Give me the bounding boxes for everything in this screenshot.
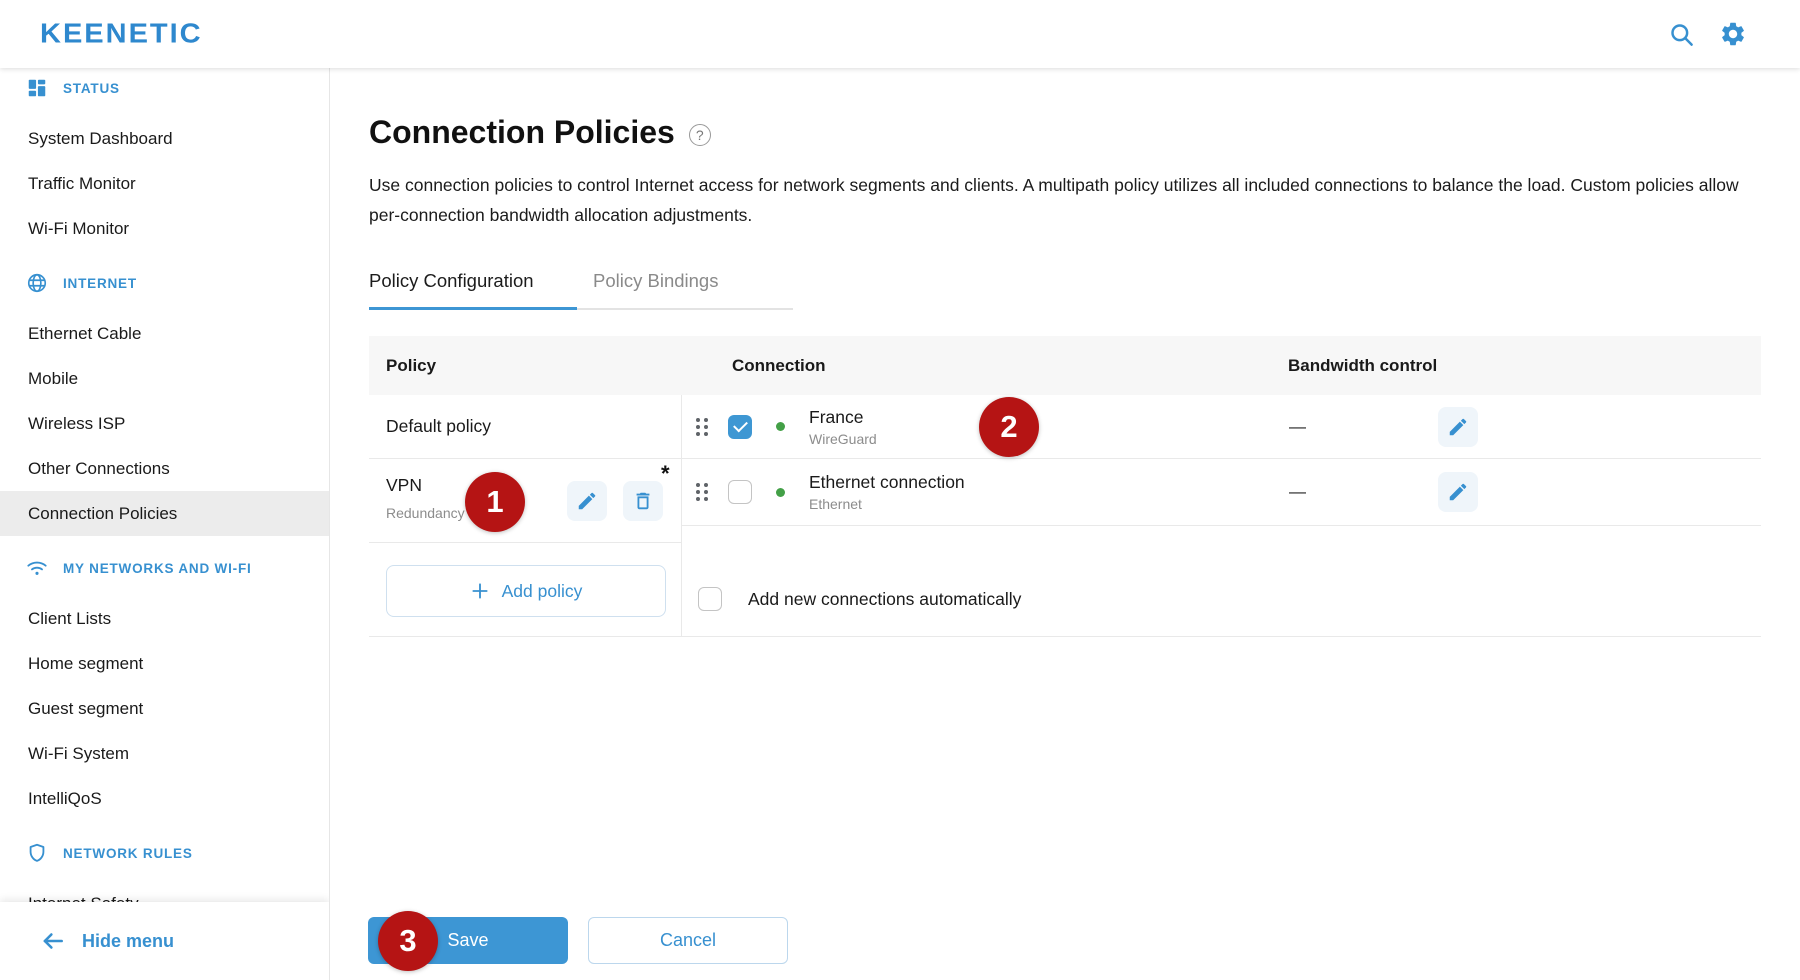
sidebar-item-client-lists[interactable]: Client Lists [0,596,329,641]
table-header-row: Policy Connection Bandwidth control [369,336,1761,395]
top-bar: KEENETIC [0,0,1800,68]
column-header-policy: Policy [386,356,436,376]
edit-policy-button[interactable] [567,481,607,521]
section-label-status: STATUS [63,81,120,96]
policy-column: Default policy VPN Redundancy mode * [369,395,682,636]
connection-column: France WireGuard — Ethernet connection E… [682,395,1761,636]
pencil-icon [1447,416,1469,438]
section-label-network-rules: NETWORK RULES [63,846,193,861]
sidebar-section-my-networks: MY NETWORKS AND WI-FI [0,548,329,588]
annotation-badge-1: 1 [465,472,525,532]
sidebar-item-connection-policies[interactable]: Connection Policies [0,491,329,536]
auto-add-label[interactable]: Add new connections automatically [748,589,1021,610]
topbar-icons [1666,19,1748,49]
keenetic-logo: KEENETIC [40,18,203,49]
section-label-my-networks: MY NETWORKS AND WI-FI [63,561,252,576]
sidebar-item-mobile[interactable]: Mobile [0,356,329,401]
sidebar: STATUS System Dashboard Traffic Monitor … [0,68,330,980]
search-icon[interactable] [1666,19,1696,49]
hide-menu-label: Hide menu [82,931,174,952]
help-icon[interactable]: ? [689,124,711,146]
auto-add-checkbox[interactable] [698,587,722,611]
connection-type: WireGuard [809,431,877,447]
sidebar-item-wifi-monitor[interactable]: Wi-Fi Monitor [0,206,329,251]
sidebar-section-internet: INTERNET [0,263,329,303]
connection-row-france: France WireGuard — [682,395,1761,459]
sidebar-item-home-segment[interactable]: Home segment [0,641,329,686]
policy-cell-default: Default policy [369,395,681,459]
sidebar-item-other-connections[interactable]: Other Connections [0,446,329,491]
sidebar-section-network-rules: NETWORK RULES [0,833,329,873]
page-title-text: Connection Policies [369,114,675,151]
policy-cell-vpn: VPN Redundancy mode * [369,459,681,543]
add-policy-label: Add policy [502,581,583,602]
sidebar-item-ethernet-cable[interactable]: Ethernet Cable [0,311,329,356]
dashboard-icon [26,77,48,99]
column-header-bandwidth: Bandwidth control [1288,356,1437,376]
unsaved-changes-marker: * [661,461,670,487]
cancel-button[interactable]: Cancel [588,917,788,964]
wifi-icon [26,557,48,579]
status-dot-green [776,488,785,497]
plus-icon [470,581,490,601]
tab-bar: Policy Configuration Policy Bindings [369,270,793,310]
connection-name: France [809,407,877,428]
page-description: Use connection policies to control Inter… [369,170,1761,230]
globe-icon [26,272,48,294]
shield-icon [26,842,48,864]
arrow-left-icon [40,928,66,954]
page-title: Connection Policies ? [369,114,711,151]
bandwidth-value: — [1289,417,1306,437]
connection-checkbox-ethernet[interactable] [728,480,752,504]
column-header-connection: Connection [732,356,826,376]
annotation-badge-2: 2 [979,397,1039,457]
connection-row-ethernet: Ethernet connection Ethernet — [682,459,1761,526]
settings-gear-icon[interactable] [1718,19,1748,49]
trash-icon [632,490,654,512]
sidebar-item-wireless-isp[interactable]: Wireless ISP [0,401,329,446]
tab-policy-bindings[interactable]: Policy Bindings [593,270,718,308]
connection-checkbox-france[interactable] [728,415,752,439]
sidebar-item-intelliqos[interactable]: IntelliQoS [0,776,329,821]
sidebar-section-status: STATUS [0,68,329,108]
sidebar-item-system-dashboard[interactable]: System Dashboard [0,116,329,161]
delete-policy-button[interactable] [623,481,663,521]
hide-menu-button[interactable]: Hide menu [0,902,329,980]
drag-handle-icon[interactable] [696,483,709,501]
annotation-badge-3: 3 [378,911,438,971]
sidebar-item-traffic-monitor[interactable]: Traffic Monitor [0,161,329,206]
sidebar-item-guest-segment[interactable]: Guest segment [0,686,329,731]
policy-name-default: Default policy [386,416,491,437]
pencil-icon [576,490,598,512]
policies-table: Policy Connection Bandwidth control Defa… [369,336,1761,637]
section-label-internet: INTERNET [63,276,137,291]
drag-handle-icon[interactable] [696,418,709,436]
bandwidth-value: — [1289,482,1306,502]
pencil-icon [1447,481,1469,503]
connection-type: Ethernet [809,496,965,512]
add-policy-button[interactable]: Add policy [386,565,666,617]
status-dot-green [776,422,785,431]
edit-bandwidth-button[interactable] [1438,472,1478,512]
edit-bandwidth-button[interactable] [1438,407,1478,447]
main-content: Connection Policies ? Use connection pol… [331,68,1800,980]
auto-add-row: Add new connections automatically [682,526,1761,636]
sidebar-item-wifi-system[interactable]: Wi-Fi System [0,731,329,776]
connection-name: Ethernet connection [809,472,965,493]
tab-policy-configuration[interactable]: Policy Configuration [369,270,577,310]
